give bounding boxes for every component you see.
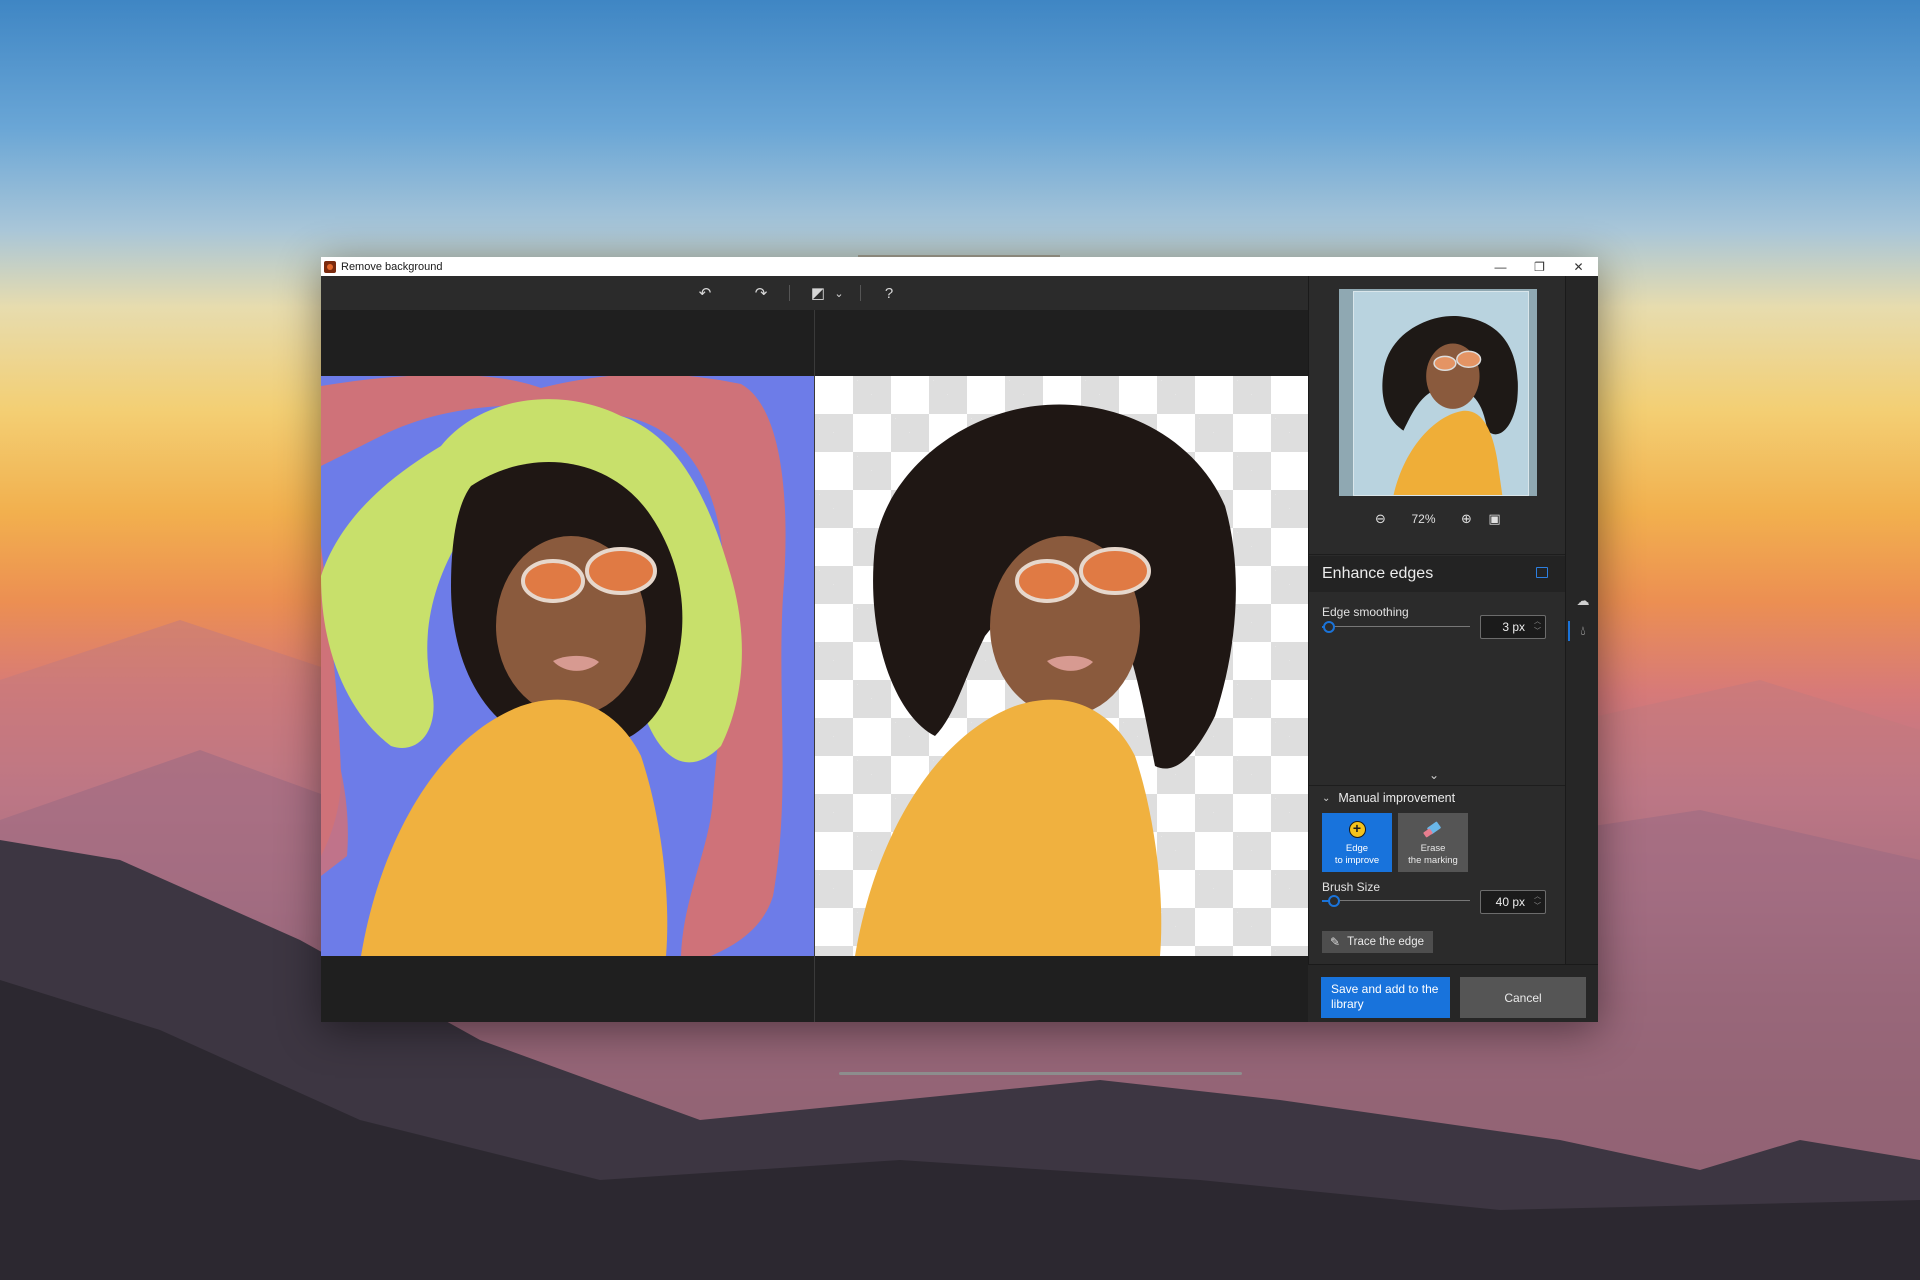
pencil-icon: ✎	[1330, 935, 1341, 949]
cancel-button[interactable]: Cancel	[1460, 977, 1586, 1018]
manual-improvement-toggle[interactable]: ⌄ Manual improvement	[1322, 791, 1455, 805]
rail-active-indicator	[1568, 621, 1570, 641]
redo-icon[interactable]: ↷	[747, 279, 775, 307]
manual-improvement-title: Manual improvement	[1338, 791, 1456, 805]
edge-smoothing-value: 3 px	[1502, 620, 1525, 634]
eraser-icon	[1424, 824, 1442, 838]
zoom-out-icon[interactable]: ⊖	[1370, 511, 1392, 527]
divider	[1309, 785, 1566, 786]
brush-size-slider[interactable]	[1322, 894, 1470, 908]
zoom-level: 72%	[1411, 512, 1436, 526]
cloud-sync-icon[interactable]: ☁	[1574, 592, 1592, 610]
toolbar-separator	[789, 285, 790, 301]
tool-label: to improve	[1334, 855, 1380, 866]
slider-thumb[interactable]	[1323, 621, 1336, 633]
compare-view-icon[interactable]: ◩	[804, 279, 832, 307]
help-icon[interactable]: ?	[875, 279, 903, 307]
trace-edge-label: Trace the edge	[1347, 936, 1424, 948]
tool-label: Erase	[1420, 843, 1446, 854]
divider	[1309, 554, 1566, 555]
fit-to-screen-icon[interactable]: ▣	[1484, 511, 1506, 527]
remove-background-window: Remove background — ❐ ✕ ↶ ↷ ◩ ⌄ ? ⊖ 72% …	[321, 255, 1598, 1075]
brush-size-input[interactable]: 40 px ︿ ﹀	[1480, 890, 1546, 914]
spin-arrows-icon[interactable]: ︿ ﹀	[1534, 892, 1541, 912]
edge-to-improve-button[interactable]: + Edge to improve	[1322, 813, 1392, 872]
zoom-in-icon[interactable]: ⊕	[1456, 511, 1478, 527]
undo-icon[interactable]: ↶	[691, 279, 719, 307]
maximize-button[interactable]: ❐	[1520, 257, 1559, 276]
zoom-controls: ⊖ 72% ⊕ ▣	[1309, 507, 1566, 531]
minimize-button[interactable]: —	[1481, 257, 1520, 276]
compare-edges-icon[interactable]	[1536, 567, 1548, 578]
preview-thumbnail[interactable]	[1339, 289, 1537, 496]
footer-actions: Save and add to the library Cancel	[1308, 964, 1598, 1022]
toolbar-separator	[860, 285, 861, 301]
marked-photo[interactable]	[321, 376, 814, 956]
droplet-icon[interactable]: 💧︎	[1574, 622, 1592, 640]
expand-chevron-icon[interactable]: ⌄	[1429, 768, 1439, 782]
side-panel: ⊖ 72% ⊕ ▣ Enhance edges Edge smoothing 3…	[1308, 276, 1566, 1022]
close-button[interactable]: ✕	[1559, 257, 1598, 276]
compare-dropdown-icon[interactable]: ⌄	[832, 279, 846, 307]
save-to-library-button[interactable]: Save and add to the library	[1321, 977, 1450, 1018]
result-photo-transparent	[815, 376, 1308, 956]
window-title: Remove background	[341, 260, 443, 273]
slider-thumb[interactable]	[1327, 895, 1340, 907]
brush-size-label: Brush Size	[1322, 880, 1381, 894]
tool-label: Edge	[1345, 843, 1369, 854]
brush-size-value: 40 px	[1495, 895, 1525, 909]
plus-circle-icon: +	[1348, 821, 1366, 838]
window-controls: — ❐ ✕	[1481, 257, 1598, 276]
erase-marking-button[interactable]: Erase the marking	[1398, 813, 1468, 872]
edge-smoothing-input[interactable]: 3 px ︿ ﹀	[1480, 615, 1546, 639]
enhance-edges-title: Enhance edges	[1322, 565, 1434, 582]
horizontal-scrollbar[interactable]	[839, 1072, 1242, 1075]
edge-smoothing-slider[interactable]	[1322, 620, 1470, 634]
toolbar: ↶ ↷ ◩ ⌄ ?	[321, 276, 1308, 310]
tool-label: the marking	[1408, 855, 1458, 866]
chevron-down-icon: ⌄	[1322, 792, 1331, 804]
canvas-area	[321, 310, 1308, 1075]
spin-arrows-icon[interactable]: ︿ ﹀	[1534, 617, 1541, 637]
result-pane	[815, 310, 1308, 1022]
edge-smoothing-label: Edge smoothing	[1322, 605, 1409, 619]
app-icon	[324, 260, 336, 273]
side-rail: ☁ 💧︎	[1565, 276, 1598, 1006]
trace-edge-button[interactable]: ✎ Trace the edge	[1322, 931, 1433, 953]
title-bar[interactable]: Remove background — ❐ ✕	[321, 257, 1598, 276]
enhance-edges-header: Enhance edges	[1309, 556, 1566, 592]
marking-pane[interactable]	[321, 310, 814, 1022]
